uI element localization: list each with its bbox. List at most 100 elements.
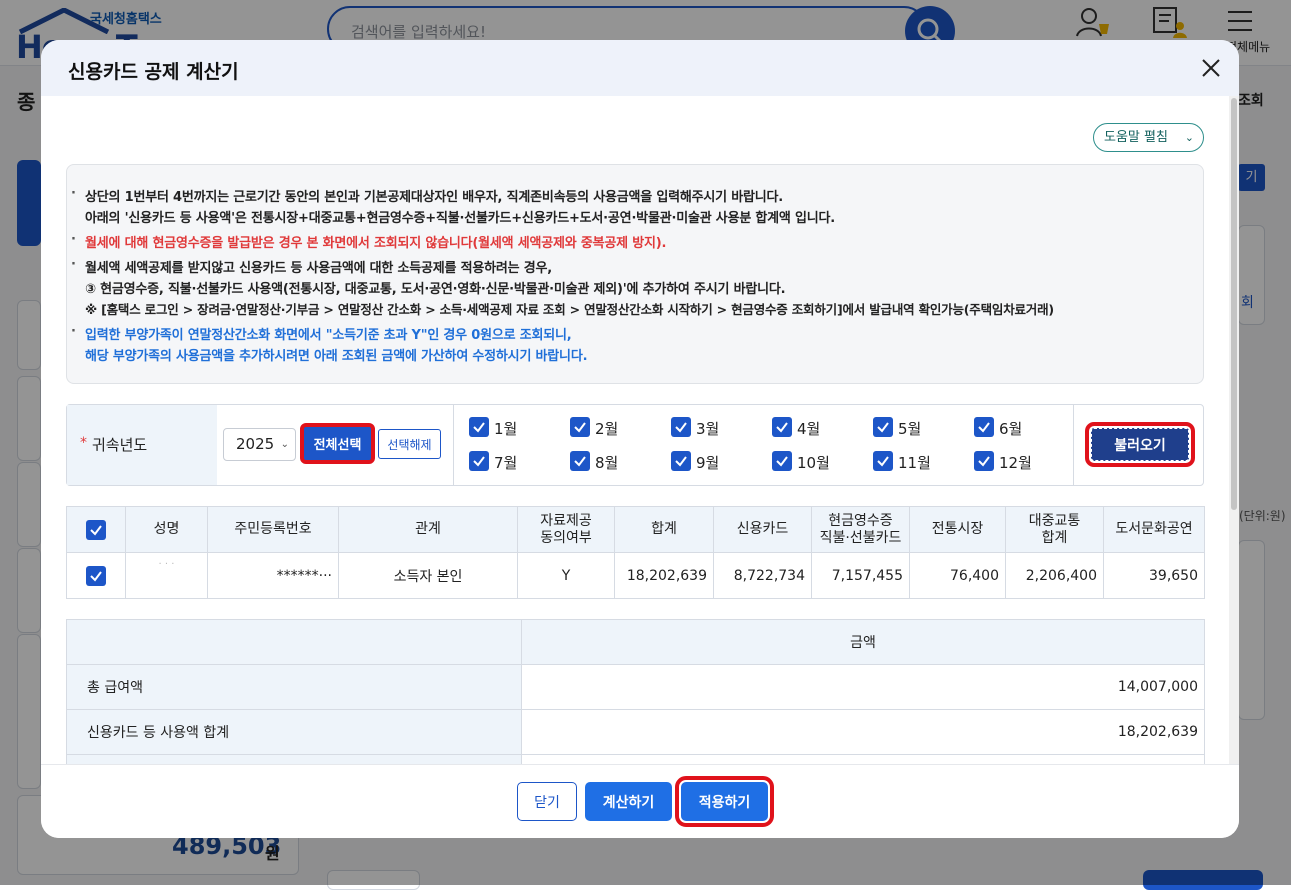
year-month-selector: * 귀속년도 2025 ⌄ 전체선택 선택해제 1월2월3월4월5월6월7월8월… — [66, 404, 1204, 486]
check-icon — [977, 454, 991, 468]
checkbox[interactable] — [873, 417, 893, 437]
header-credit-card: 신용카드 — [714, 507, 812, 553]
summary-table: 금액 총 급여액 14,007,000 신용카드 등 사용액 합계 18,202… — [66, 619, 1205, 764]
checkbox[interactable] — [469, 417, 489, 437]
usage-table: 성명 주민등록번호 관계 자료제공 동의여부 합계 신용카드 현금영수증 직불·… — [66, 506, 1205, 599]
month-label: 1월 — [494, 418, 517, 439]
cell-consent: Y — [518, 553, 615, 599]
cell-rrn: ******··· — [208, 553, 339, 599]
close-button[interactable]: 닫기 — [517, 782, 577, 821]
help-toggle-button[interactable]: 도움말 펼침 ⌄ — [1093, 123, 1204, 152]
cell-cash-receipt: 7,157,455 — [812, 553, 910, 599]
month-label: 12월 — [999, 452, 1032, 473]
chevron-down-icon: ⌄ — [281, 429, 289, 460]
close-icon[interactable] — [1199, 56, 1223, 80]
year-label: 귀속년도 — [92, 434, 147, 455]
month-label: 11월 — [898, 452, 931, 473]
scrollbar-thumb[interactable] — [1231, 98, 1237, 510]
load-button[interactable]: 불러오기 — [1091, 428, 1189, 461]
month-label: 4월 — [797, 418, 820, 439]
summary-row — [67, 755, 1205, 765]
modal-header: 신용카드 공제 계산기 — [41, 40, 1239, 96]
summary-row: 총 급여액 14,007,000 — [67, 665, 1205, 710]
help-toggle-label: 도움말 펼침 — [1104, 130, 1168, 145]
cell-transit: 2,206,400 — [1006, 553, 1104, 599]
apply-button[interactable]: 적용하기 — [681, 782, 768, 821]
row-checkbox-cell[interactable] — [67, 553, 126, 599]
notice-line: ③ 현금영수증, 직불·선불카드 사용액(전통시장, 대중교통, 도서·공연·영… — [85, 278, 785, 297]
notice-line: 상단의 1번부터 4번까지는 근로기간 동안의 본인과 기본공제대상자인 배우자… — [85, 186, 783, 205]
divider — [1073, 405, 1074, 485]
header-relation: 관계 — [339, 507, 518, 553]
month-label: 5월 — [898, 418, 921, 439]
header-cash-receipt: 현금영수증 직불·선불카드 — [812, 507, 910, 553]
summary-input-cell[interactable] — [522, 755, 1205, 765]
year-select-value: 2025 — [236, 435, 274, 453]
header-name: 성명 — [126, 507, 208, 553]
header-consent-label: 자료제공 동의여부 — [540, 513, 592, 547]
summary-label: 총 급여액 — [67, 665, 522, 710]
notice-line: 아래의 '신용카드 등 사용액'은 전통시장+대중교통+현금영수증+직불·선불카… — [85, 207, 835, 226]
month-label: 8월 — [595, 452, 618, 473]
month-label: 3월 — [696, 418, 719, 439]
header-market: 전통시장 — [910, 507, 1006, 553]
checkbox[interactable] — [469, 451, 489, 471]
summary-label — [67, 755, 522, 765]
notice-line: 해당 부양가족의 사용금액을 추가하시려면 아래 조회된 금액에 가산하여 수정… — [85, 345, 587, 364]
checkbox[interactable] — [570, 417, 590, 437]
chevron-down-icon: ⌄ — [1185, 124, 1194, 151]
cell-credit-card: 8,722,734 — [714, 553, 812, 599]
checkbox[interactable] — [86, 520, 106, 540]
select-all-button[interactable]: 전체선택 — [303, 426, 372, 461]
notice-line: 월세액 세액공제를 받지않고 신용카드 등 사용금액에 대한 소득공제를 적용하… — [85, 257, 552, 276]
checkbox[interactable] — [86, 566, 106, 586]
header-rrn: 주민등록번호 — [208, 507, 339, 553]
check-icon — [573, 454, 587, 468]
checkbox[interactable] — [974, 451, 994, 471]
header-cash-receipt-label: 현금영수증 직불·선불카드 — [820, 513, 902, 547]
notice-line: 월세에 대해 현금영수증을 발급받은 경우 본 화면에서 조회되지 않습니다(월… — [85, 232, 666, 251]
month-label: 9월 — [696, 452, 719, 473]
month-label: 7월 — [494, 452, 517, 473]
table-row[interactable]: · · · ******··· 소득자 본인 Y 18,202,639 8,72… — [67, 553, 1205, 599]
notice-line: ※ [홈택스 로그인 > 장려금·연말정산·기부금 > 연말정산 간소화 > 소… — [85, 299, 1054, 318]
header-transit-label: 대중교통 합계 — [1029, 513, 1081, 547]
summary-header-empty — [67, 620, 522, 665]
check-icon — [89, 569, 103, 583]
check-icon — [876, 454, 890, 468]
month-label: 10월 — [797, 452, 830, 473]
checkbox[interactable] — [671, 451, 691, 471]
header-total: 합계 — [615, 507, 714, 553]
unselect-all-button[interactable]: 선택해제 — [378, 429, 441, 459]
calculate-button[interactable]: 계산하기 — [585, 782, 672, 821]
header-culture: 도서문화공연 — [1104, 507, 1205, 553]
summary-header-row: 금액 — [67, 620, 1205, 665]
summary-row: 신용카드 등 사용액 합계 18,202,639 — [67, 710, 1205, 755]
modal-footer: 닫기 계산하기 적용하기 — [41, 764, 1239, 838]
checkbox[interactable] — [570, 451, 590, 471]
check-icon — [775, 454, 789, 468]
checkbox[interactable] — [772, 417, 792, 437]
check-icon — [775, 420, 789, 434]
required-mark: * — [80, 435, 87, 451]
checkbox[interactable] — [974, 417, 994, 437]
cell-total: 18,202,639 — [615, 553, 714, 599]
year-select[interactable]: 2025 ⌄ — [223, 428, 296, 461]
cell-relation: 소득자 본인 — [339, 553, 518, 599]
checkbox[interactable] — [873, 451, 893, 471]
check-icon — [573, 420, 587, 434]
check-icon — [472, 420, 486, 434]
month-label: 2월 — [595, 418, 618, 439]
check-icon — [674, 454, 688, 468]
year-label-cell: * 귀속년도 — [67, 405, 217, 485]
cell-market: 76,400 — [910, 553, 1006, 599]
cell-culture: 39,650 — [1104, 553, 1205, 599]
checkbox[interactable] — [772, 451, 792, 471]
notice-box: 상단의 1번부터 4번까지는 근로기간 동안의 본인과 기본공제대상자인 배우자… — [66, 164, 1204, 384]
summary-value: 18,202,639 — [522, 710, 1205, 755]
checkbox[interactable] — [671, 417, 691, 437]
header-consent: 자료제공 동의여부 — [518, 507, 615, 553]
summary-header-amount: 금액 — [522, 620, 1205, 665]
header-select-all-checkbox[interactable] — [67, 507, 126, 553]
modal-body[interactable]: 도움말 펼침 ⌄ 상단의 1번부터 4번까지는 근로기간 동안의 본인과 기본공… — [41, 96, 1229, 764]
